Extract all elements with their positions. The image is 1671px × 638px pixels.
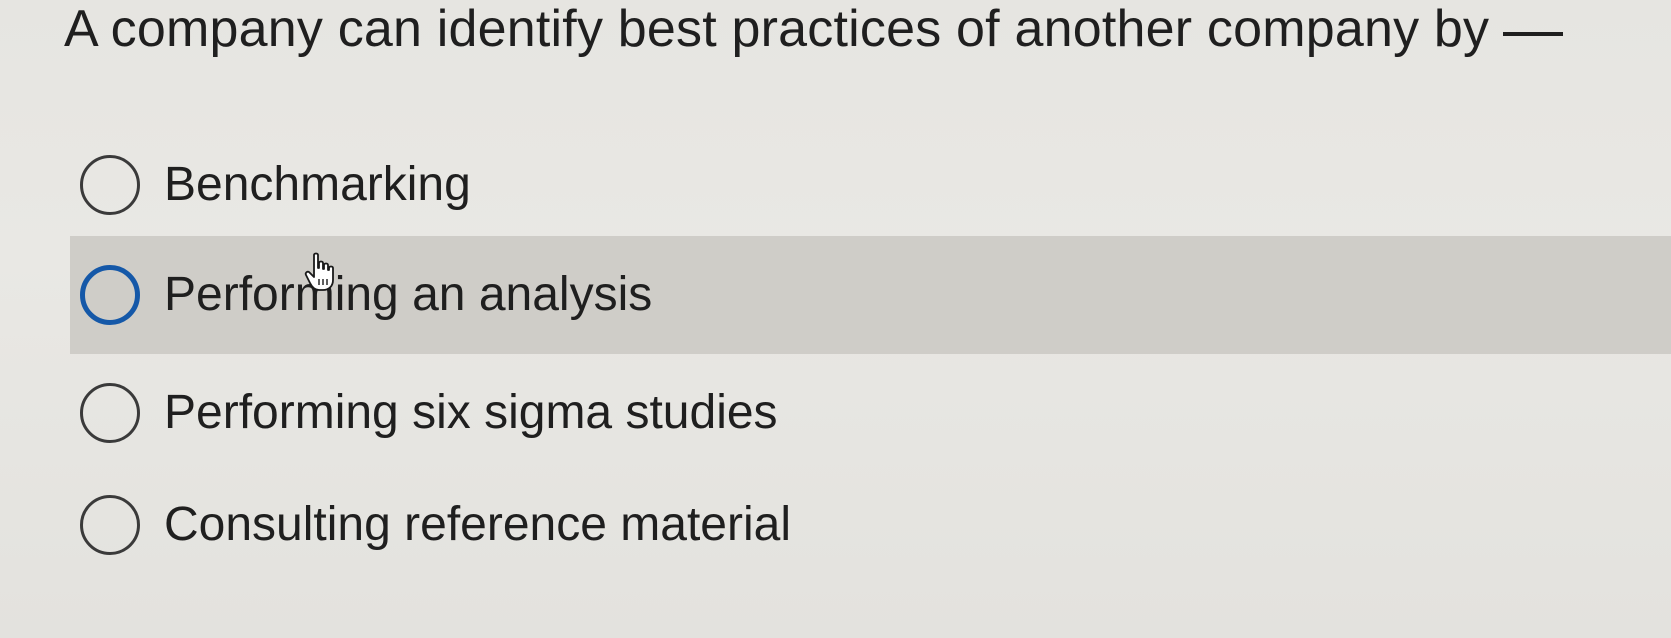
hand-pointer-icon — [304, 252, 334, 291]
option-label: Benchmarking — [164, 158, 471, 211]
option-benchmarking[interactable]: Benchmarking — [70, 126, 1671, 244]
option-label: Performing an analysis — [164, 268, 653, 321]
option-consulting-reference-material[interactable]: Consulting reference material — [70, 466, 1671, 584]
question-text: A company can identify best practices of… — [64, 0, 1564, 64]
option-performing-six-sigma-studies[interactable]: Performing six sigma studies — [70, 354, 1671, 472]
option-label: Consulting reference material — [164, 498, 791, 551]
radio-button[interactable] — [80, 265, 140, 325]
radio-button[interactable] — [80, 155, 140, 215]
radio-button[interactable] — [80, 495, 140, 555]
option-label: Performing six sigma studies — [164, 386, 778, 439]
radio-button[interactable] — [80, 383, 140, 443]
answer-blank — [1503, 32, 1564, 36]
question-prompt: A company can identify best practices of… — [64, 0, 1490, 58]
